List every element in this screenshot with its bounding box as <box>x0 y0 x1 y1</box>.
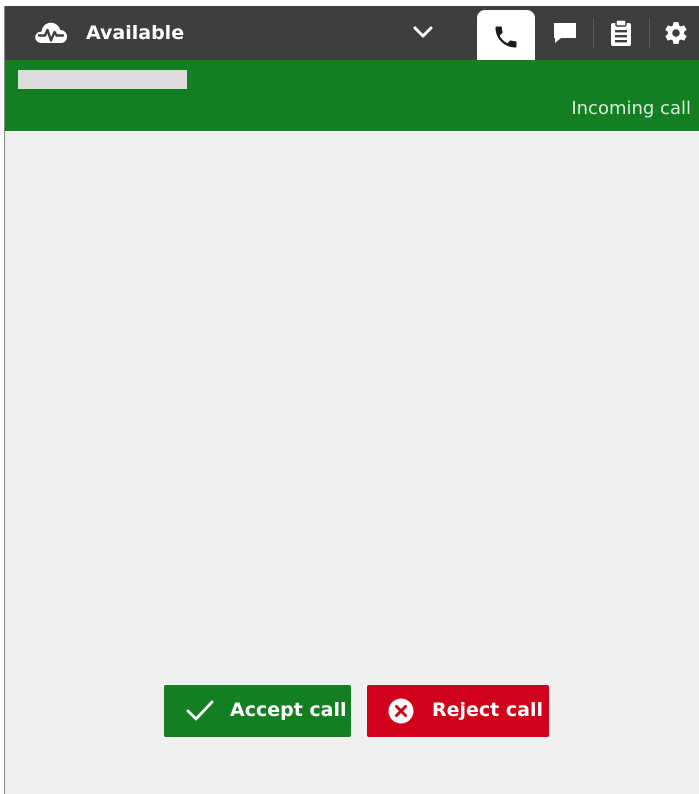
tab-settings[interactable] <box>651 6 699 60</box>
top-bar: Available <box>5 6 699 64</box>
clipboard-icon <box>611 19 631 46</box>
tab-divider <box>593 18 594 48</box>
tab-tasks[interactable] <box>595 6 647 60</box>
chat-bubble-icon <box>554 23 576 43</box>
tab-divider <box>649 18 650 48</box>
accept-call-button[interactable]: Accept call <box>164 685 351 737</box>
tab-chat[interactable] <box>539 6 591 60</box>
call-state-label: Incoming call <box>571 98 691 119</box>
caller-name-placeholder <box>18 70 187 89</box>
agent-status-dropdown[interactable]: Available <box>5 6 465 60</box>
accept-call-label: Accept call <box>230 699 347 721</box>
agent-status-label: Available <box>86 22 185 44</box>
reject-call-label: Reject call <box>432 699 543 721</box>
phone-icon <box>495 26 517 48</box>
contact-control-panel: Available Incoming call Accept call Reje… <box>4 6 699 794</box>
reject-call-button[interactable]: Reject call <box>367 685 549 737</box>
close-circle-icon <box>388 698 414 724</box>
checkmark-icon <box>186 700 214 721</box>
call-header: Incoming call <box>5 60 699 131</box>
chevron-down-icon[interactable] <box>413 25 433 39</box>
gear-icon <box>664 22 687 44</box>
cloud-pulse-icon <box>35 22 68 43</box>
tab-phone[interactable] <box>477 10 535 64</box>
